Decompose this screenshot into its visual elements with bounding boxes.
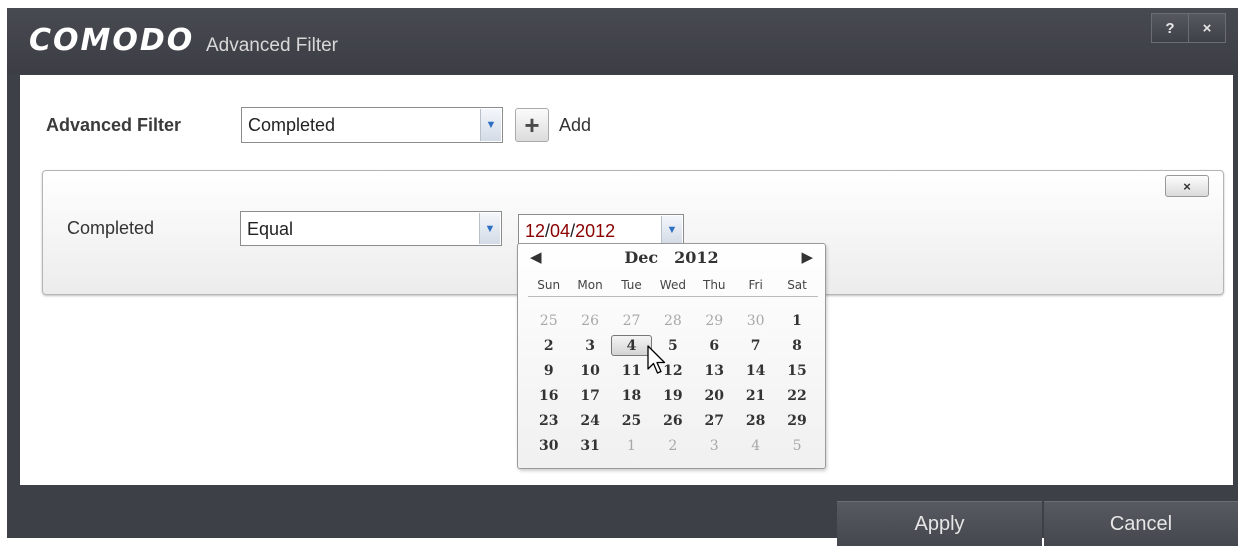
window-title: Advanced Filter: [206, 35, 339, 56]
calendar-day[interactable]: 14: [735, 363, 776, 379]
calendar-day[interactable]: 20: [694, 388, 735, 404]
calendar-day[interactable]: 22: [776, 388, 817, 404]
date-value[interactable]: 12/04/2012: [525, 221, 615, 242]
weekday-label: Sat: [787, 278, 807, 292]
advanced-filter-label: Advanced Filter: [46, 115, 182, 135]
operator-select[interactable]: Equal ▼: [240, 211, 502, 246]
apply-button[interactable]: Apply: [837, 501, 1042, 546]
add-button[interactable]: +: [515, 108, 549, 142]
window-controls: ? ×: [1151, 13, 1226, 43]
filter-type-select[interactable]: Completed ▼: [241, 107, 503, 143]
calendar-day[interactable]: 26: [652, 413, 693, 429]
comodo-logo: COMODO: [29, 23, 195, 58]
calendar-day[interactable]: 31: [569, 438, 610, 454]
date-month: 12: [525, 221, 546, 241]
condition-field-label: Completed: [67, 218, 155, 238]
calendar-day[interactable]: 29: [776, 413, 817, 429]
calendar-day[interactable]: 19: [652, 388, 693, 404]
plus-icon: +: [524, 109, 540, 140]
chevron-down-icon[interactable]: ▼: [479, 213, 500, 244]
weekday-label: Fri: [748, 278, 763, 292]
calendar-header: Dec 2012: [518, 248, 825, 267]
cancel-button[interactable]: Cancel: [1044, 501, 1238, 546]
help-button[interactable]: ?: [1151, 13, 1189, 43]
calendar-day[interactable]: 24: [569, 413, 610, 429]
calendar-week-row: 23 24 25 26 27 28 29: [528, 408, 818, 433]
calendar-day[interactable]: 1: [611, 438, 652, 454]
calendar-day[interactable]: 21: [735, 388, 776, 404]
calendar-week-row: 2345678: [528, 333, 818, 358]
date-picker-input[interactable]: 12/04/2012 ▼: [518, 214, 684, 246]
calendar-day[interactable]: 5: [776, 438, 817, 454]
calendar-day[interactable]: 27: [611, 313, 652, 329]
calendar-day[interactable]: 15: [776, 363, 817, 379]
weekday-label: Mon: [577, 278, 603, 292]
calendar-day[interactable]: 7: [735, 338, 776, 354]
date-day: 04: [550, 221, 571, 241]
chevron-down-icon[interactable]: ▼: [480, 109, 501, 141]
calendar-day[interactable]: 2: [528, 338, 569, 354]
calendar-day[interactable]: 23: [528, 413, 569, 429]
calendar-popup: ◀ Dec 2012 ▶ Sun Mon Tue Wed Thu Fri Sat 25 26 27…: [517, 243, 826, 469]
calendar-dropdown-icon[interactable]: ▼: [661, 216, 682, 244]
weekday-label: Wed: [659, 278, 686, 292]
calendar-day[interactable]: 1: [776, 313, 817, 329]
calendar-day[interactable]: 30: [735, 313, 776, 329]
next-month-icon[interactable]: ▶: [801, 248, 813, 266]
operator-value: Equal: [247, 219, 294, 239]
calendar-day[interactable]: 10: [569, 363, 610, 379]
calendar-day[interactable]: 3: [569, 338, 610, 354]
calendar-day[interactable]: 25: [611, 413, 652, 429]
calendar-day[interactable]: 16: [528, 388, 569, 404]
weekday-label: Thu: [702, 278, 726, 292]
calendar-day[interactable]: 28: [652, 313, 693, 329]
calendar-day[interactable]: 26: [569, 313, 610, 329]
calendar-day[interactable]: 6: [694, 338, 735, 354]
calendar-day[interactable]: 2: [652, 438, 693, 454]
calendar-month: Dec: [624, 248, 659, 267]
calendar-grid: 25 26 27 28 29 30 1 2 3 4 5 6 7 8 9 10 11 12 13 14 15 16 17 18 1…: [528, 308, 818, 458]
weekday-label: Tue: [621, 278, 642, 292]
calendar-day[interactable]: 30: [528, 438, 569, 454]
mouse-pointer-icon: [647, 345, 666, 374]
calendar-day[interactable]: 27: [694, 413, 735, 429]
close-button[interactable]: ×: [1189, 13, 1226, 43]
calendar-week-row: 25 26 27 28 29 30 1: [528, 308, 818, 333]
calendar-day[interactable]: 17: [569, 388, 610, 404]
date-year: 2012: [575, 221, 616, 241]
calendar-day[interactable]: 3: [694, 438, 735, 454]
calendar-day[interactable]: 28: [735, 413, 776, 429]
weekday-header: Sun Mon Tue Wed Thu Fri Sat: [528, 278, 818, 297]
calendar-year: 2012: [674, 248, 719, 267]
filter-type-value: Completed: [248, 115, 336, 135]
calendar-day[interactable]: 11: [611, 363, 652, 379]
weekday-label: Sun: [537, 278, 561, 292]
remove-condition-button[interactable]: ×: [1165, 175, 1209, 197]
calendar-day[interactable]: 18: [611, 388, 652, 404]
calendar-day[interactable]: 25: [528, 313, 569, 329]
calendar-week-row: 9 10 11 12 13 14 15: [528, 358, 818, 383]
calendar-week-row: 16 17 18 19 20 21 22: [528, 383, 818, 408]
calendar-day[interactable]: 13: [694, 363, 735, 379]
title-bar: COMODO Advanced Filter ? ×: [7, 8, 1238, 74]
calendar-day[interactable]: 8: [776, 338, 817, 354]
calendar-day[interactable]: 9: [528, 363, 569, 379]
calendar-day[interactable]: 4: [735, 438, 776, 454]
calendar-day[interactable]: 29: [694, 313, 735, 329]
calendar-week-row: 30 31 1 2 3 4 5: [528, 433, 818, 458]
add-label[interactable]: Add: [559, 115, 591, 136]
calendar-day-selected[interactable]: 4: [610, 335, 653, 356]
